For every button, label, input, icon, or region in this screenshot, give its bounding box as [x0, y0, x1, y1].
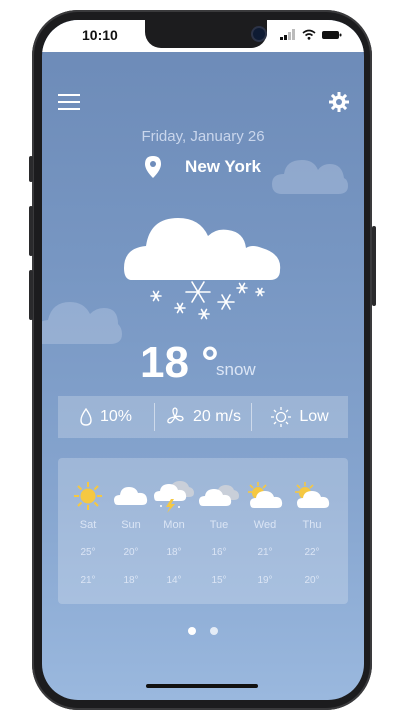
forecast-low: 19°: [257, 575, 273, 586]
forecast-high: 18°: [166, 547, 182, 558]
status-time: 10:10: [82, 27, 118, 43]
forecast-day[interactable]: Sun 20° 18°: [109, 458, 153, 586]
forecast-high: 20°: [123, 547, 139, 558]
forecast-day[interactable]: Tue 16° 15°: [197, 458, 241, 586]
humidity-value: 10%: [99, 408, 133, 425]
forecast-day-label: Sat: [79, 519, 97, 531]
forecast-low: 14°: [166, 575, 182, 586]
thunderstorm-icon: [154, 481, 194, 513]
phone-volume-up-button: [29, 206, 33, 256]
page-indicator: [42, 627, 364, 635]
forecast-high: 25°: [80, 547, 96, 558]
home-indicator[interactable]: [146, 684, 258, 688]
phone-volume-down-button: [29, 270, 33, 320]
forecast-day-label: Wed: [253, 519, 277, 531]
status-bar: 10:10: [42, 20, 364, 52]
forecast-panel: Sat 25° 21° Sun 20° 18° Mon 18° 14° Tue …: [58, 458, 348, 604]
forecast-day-label: Mon: [163, 519, 185, 531]
menu-button[interactable]: [58, 94, 80, 115]
gear-icon: [329, 92, 349, 112]
forecast-high: 21°: [257, 547, 273, 558]
partly-sunny-icon: [295, 482, 330, 508]
camera: [253, 28, 265, 40]
signal-icon: [280, 29, 295, 40]
forecast-high: 22°: [304, 547, 320, 558]
forecast-high: 16°: [211, 547, 227, 558]
page-dot-active[interactable]: [188, 627, 196, 635]
forecast-day-label: Thu: [302, 519, 322, 531]
wind-value: 20 m/s: [192, 408, 241, 425]
current-temperature: 18 °: [140, 338, 219, 387]
location-pin-icon: [145, 156, 162, 178]
app-screen: 10:10 Friday, January 26 New York 18 ° s…: [42, 20, 364, 700]
forecast-day-label: Tue: [209, 519, 229, 531]
page-dot[interactable]: [210, 627, 218, 635]
cloud-icon: [114, 487, 148, 505]
forecast-low: 20°: [304, 575, 320, 586]
forecast-day-label: Sun: [121, 519, 141, 531]
wifi-icon: [302, 29, 316, 40]
uv-stat: Low: [252, 407, 348, 427]
forecast-low: 21°: [80, 575, 96, 586]
notch: [145, 20, 267, 48]
forecast-low: 15°: [211, 575, 227, 586]
date-label: Friday, January 26: [141, 128, 265, 145]
phone-power-button: [372, 226, 376, 306]
sun-icon: [74, 482, 102, 510]
forecast-day[interactable]: Thu 22° 20°: [290, 458, 334, 586]
humidity-stat: 10%: [58, 408, 154, 426]
forecast-day[interactable]: Mon 18° 14°: [152, 458, 196, 586]
forecast-day[interactable]: Sat 25° 21°: [66, 458, 110, 586]
snow-cloud-icon: [124, 218, 281, 320]
drop-icon: [80, 408, 92, 426]
phone-side-button: [29, 156, 33, 182]
location-name: New York: [185, 157, 261, 176]
battery-icon: [322, 30, 342, 39]
fan-icon: [167, 407, 184, 424]
stats-bar: 10% 20 m/s Low: [58, 396, 348, 438]
settings-button[interactable]: [329, 92, 349, 117]
status-icons: [280, 29, 342, 40]
forecast-low: 18°: [123, 575, 139, 586]
forecast-day[interactable]: Wed 21° 19°: [243, 458, 287, 586]
clouds-icon: [199, 485, 239, 506]
background-cloud: [42, 302, 122, 344]
sun-outline-icon: [271, 407, 292, 427]
hamburger-menu-icon: [58, 94, 80, 110]
partly-sunny-icon: [248, 482, 283, 508]
current-condition: snow: [216, 360, 256, 379]
uv-value: Low: [299, 408, 329, 425]
wind-stat: 20 m/s: [155, 407, 251, 427]
location[interactable]: New York: [42, 156, 364, 178]
